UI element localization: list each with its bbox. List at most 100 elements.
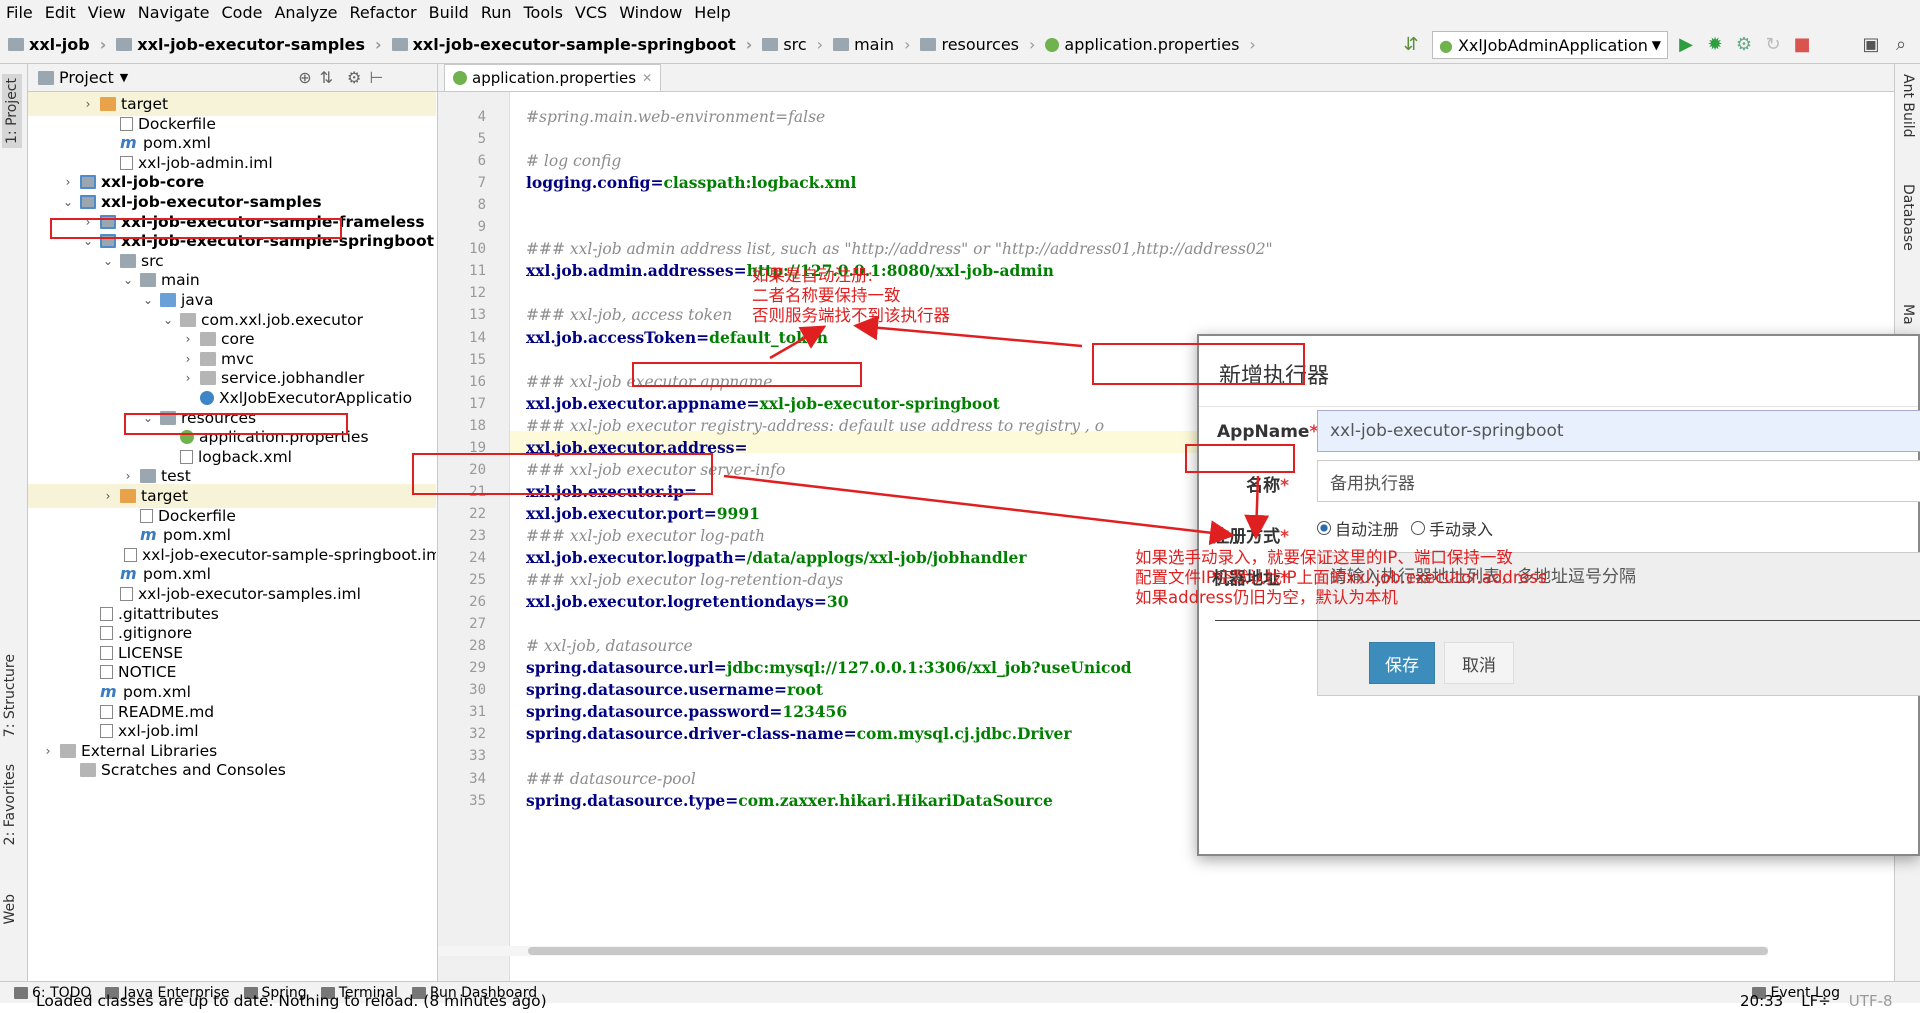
breadcrumb-item[interactable]: resources › <box>920 35 1035 54</box>
chevron-down-icon[interactable]: ▼ <box>120 71 128 84</box>
cursor-position[interactable]: 20:33 <box>1740 992 1783 1010</box>
run-configuration-select[interactable]: ● XxlJobAdminApplication ▼ <box>1432 31 1668 59</box>
code-line[interactable]: spring.datasource.type=com.zaxxer.hikari… <box>526 790 1053 812</box>
code-line[interactable]: ### xxl-job executor registry-address: d… <box>526 415 1104 437</box>
code-line[interactable]: #spring.main.web-environment=false <box>526 106 825 128</box>
cancel-button[interactable]: 取消 <box>1444 642 1514 684</box>
search-icon[interactable]: ⌕ <box>1890 33 1912 55</box>
stop-icon[interactable]: ■ <box>1791 33 1813 55</box>
chevron-right-icon[interactable]: › <box>40 744 56 758</box>
chevron-down-icon[interactable]: ⌄ <box>120 273 136 287</box>
chevron-down-icon[interactable]: ⌄ <box>140 293 156 307</box>
gear-icon[interactable]: ⚙ <box>347 68 361 87</box>
radio-manual-entry[interactable]: 手动录入 <box>1411 516 1493 540</box>
project-structure-icon[interactable]: ▣ <box>1860 33 1882 55</box>
horizontal-scrollbar[interactable] <box>438 946 1768 956</box>
menu-item-navigate[interactable]: Navigate <box>132 0 216 26</box>
tab-favorites[interactable]: 2: Favorites <box>2 764 18 845</box>
line-separator[interactable]: LF÷ <box>1801 992 1831 1010</box>
code-line[interactable]: xxl.job.accessToken=default_token <box>526 327 828 349</box>
tree-item-label: .gitignore <box>118 624 193 643</box>
debug-icon[interactable]: ✹ <box>1704 33 1726 55</box>
line-number: 29 <box>469 660 486 677</box>
tab-structure[interactable]: 7: Structure <box>2 654 18 737</box>
code-line[interactable]: ### xxl-job executor log-retention-days <box>526 569 843 591</box>
code-line[interactable]: spring.datasource.username=root <box>526 679 823 701</box>
chevron-right-icon[interactable]: › <box>180 352 196 366</box>
code-line[interactable]: spring.datasource.password=123456 <box>526 701 847 723</box>
menu-item-edit[interactable]: Edit <box>39 0 82 26</box>
chevron-right-icon[interactable]: › <box>80 97 96 111</box>
collapse-icon[interactable]: ⇅ <box>320 68 333 87</box>
menu-item-view[interactable]: View <box>82 0 132 26</box>
hide-icon[interactable]: ⊢ <box>369 68 383 87</box>
chevron-right-icon[interactable]: › <box>60 175 76 189</box>
chevron-down-icon[interactable]: ⌄ <box>100 254 116 268</box>
chevron-right-icon[interactable]: › <box>100 489 116 503</box>
coverage-icon[interactable]: ⚙ <box>1733 33 1755 55</box>
code-line[interactable]: xxl.job.executor.port=9991 <box>526 503 760 525</box>
tab-web[interactable]: Web <box>2 894 18 925</box>
tab-project[interactable]: 1: Project <box>2 74 22 148</box>
code-line[interactable]: ### xxl-job executor server-info <box>526 459 785 481</box>
appname-input[interactable]: xxl-job-executor-springboot <box>1317 410 1920 452</box>
close-icon[interactable]: ✕ <box>642 71 652 85</box>
save-button[interactable]: 保存 <box>1369 642 1435 684</box>
tab-database[interactable]: Database <box>1900 184 1916 251</box>
radio-auto-register[interactable]: 自动注册 <box>1317 516 1399 540</box>
code-line[interactable]: xxl.job.executor.address= <box>526 437 747 459</box>
chevron-right-icon[interactable]: › <box>80 215 96 229</box>
folder-icon <box>140 273 156 288</box>
code-line[interactable]: xxl.job.executor.logretentiondays=30 <box>526 591 848 613</box>
breadcrumb-item[interactable]: main › <box>833 35 910 54</box>
breadcrumb-item[interactable]: application.properties › <box>1045 35 1256 54</box>
menu-item-file[interactable]: File <box>0 0 39 26</box>
code-line[interactable]: # log config <box>526 150 621 172</box>
code-line[interactable]: ### xxl-job, access token <box>526 304 732 326</box>
code-comment: ### xxl-job, access token <box>526 306 733 325</box>
chevron-down-icon[interactable]: ⌄ <box>140 411 156 425</box>
code-line[interactable]: ### datasource-pool <box>526 768 696 790</box>
code-line[interactable]: logging.config=classpath:logback.xml <box>526 172 856 194</box>
project-panel-title[interactable]: Project <box>59 68 114 87</box>
name-input[interactable]: 备用执行器 <box>1317 460 1920 502</box>
tree-item[interactable]: Scratches and Consoles <box>28 758 436 782</box>
chevron-right-icon[interactable]: › <box>180 371 196 385</box>
profile-icon[interactable]: ↻ <box>1762 33 1784 55</box>
tab-maven[interactable]: Ma <box>1900 304 1916 325</box>
chevron-down-icon[interactable]: ⌄ <box>160 313 176 327</box>
menu-item-tools[interactable]: Tools <box>518 0 569 26</box>
tab-ant-build[interactable]: Ant Build <box>1900 74 1916 138</box>
chevron-right-icon[interactable]: › <box>180 332 196 346</box>
menu-item-run[interactable]: Run <box>475 0 518 26</box>
file-encoding[interactable]: UTF-8 <box>1849 992 1893 1010</box>
hammer-icon[interactable]: ⇵ <box>1400 33 1422 55</box>
menu-item-vcs[interactable]: VCS <box>569 0 613 26</box>
menu-item-help[interactable]: Help <box>688 0 736 26</box>
menu-item-window[interactable]: Window <box>613 0 688 26</box>
code-line[interactable]: ### xxl-job admin address list, such as … <box>526 238 1273 260</box>
code-line[interactable]: ### xxl-job executor log-path <box>526 525 765 547</box>
run-icon[interactable]: ▶ <box>1675 33 1697 55</box>
breadcrumb-item[interactable]: xxl-job-executor-sample-springboot › <box>391 35 752 54</box>
code-line[interactable]: spring.datasource.url=jdbc:mysql://127.0… <box>526 657 1132 679</box>
breadcrumb-item[interactable]: xxl-job › <box>8 35 106 54</box>
menu-item-refactor[interactable]: Refactor <box>344 0 423 26</box>
code-line[interactable]: ### xxl-job executor appname <box>526 371 772 393</box>
code-line[interactable]: xxl.job.executor.ip= <box>526 481 697 503</box>
code-line[interactable]: xxl.job.executor.logpath=/data/applogs/x… <box>526 547 1027 569</box>
scrollbar-thumb[interactable] <box>528 947 1768 955</box>
code-line[interactable]: spring.datasource.driver-class-name=com.… <box>526 723 1072 745</box>
chevron-down-icon[interactable]: ⌄ <box>60 195 76 209</box>
menu-item-code[interactable]: Code <box>216 0 269 26</box>
chevron-right-icon[interactable]: › <box>120 469 136 483</box>
menu-item-analyze[interactable]: Analyze <box>268 0 343 26</box>
code-line[interactable]: # xxl-job, datasource <box>526 635 693 657</box>
locate-icon[interactable]: ⊕ <box>298 68 311 87</box>
breadcrumb-item[interactable]: src › <box>762 35 823 54</box>
menu-item-build[interactable]: Build <box>423 0 475 26</box>
chevron-down-icon[interactable]: ⌄ <box>80 234 96 248</box>
tab-application-properties[interactable]: application.properties ✕ <box>444 64 662 91</box>
breadcrumb-item[interactable]: xxl-job-executor-samples › <box>116 35 382 54</box>
code-line[interactable]: xxl.job.executor.appname=xxl-job-executo… <box>526 393 1000 415</box>
